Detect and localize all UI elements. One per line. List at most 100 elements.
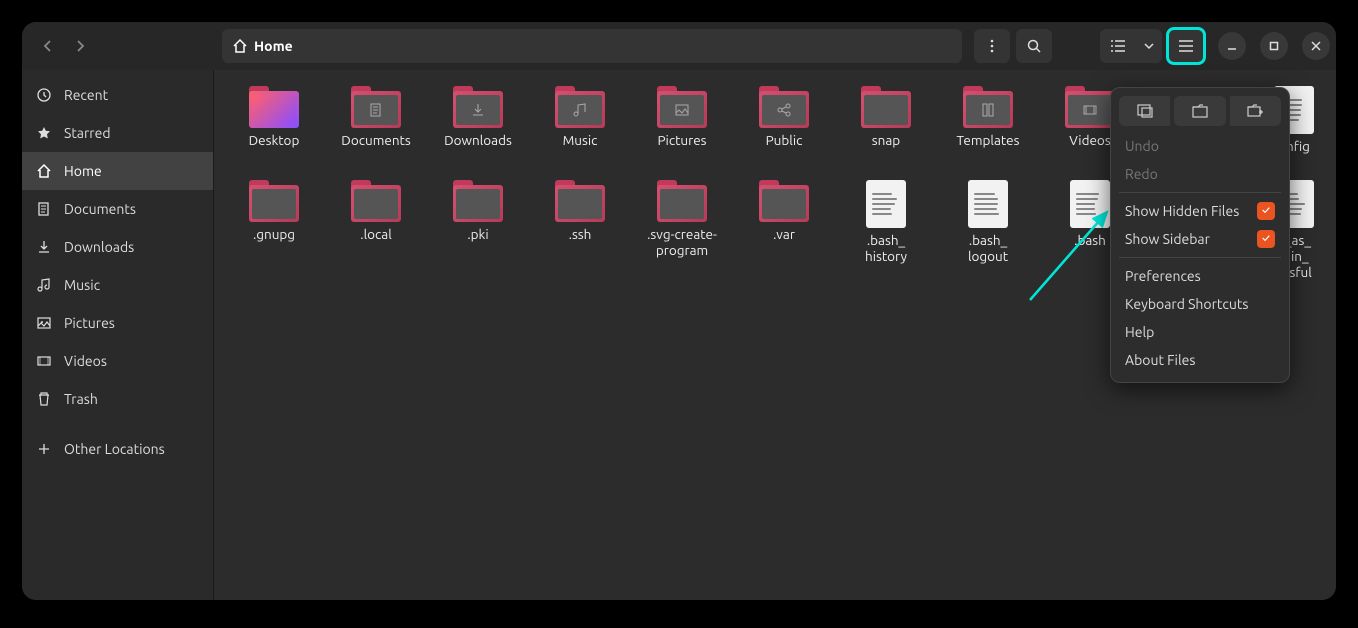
path-bar[interactable]: Home [222,29,962,63]
trash-icon [36,391,52,407]
sidebar-label: Documents [64,201,136,217]
sidebar-item-trash[interactable]: Trash [22,380,213,418]
nav-buttons [32,29,96,63]
sidebar-label: Videos [64,353,107,369]
sidebar-item-other-locations[interactable]: Other Locations [22,430,213,468]
menu-help[interactable]: Help [1119,318,1281,346]
file-item[interactable]: Pictures [632,82,732,174]
sidebar-item-home[interactable]: Home [22,152,213,190]
file-label: .bash_ history [865,232,907,264]
file-item[interactable]: .bash_ history [836,176,936,285]
file-label: snap [872,132,900,164]
file-item[interactable]: Music [530,82,630,174]
file-label: Pictures [657,132,706,164]
sidebar-label: Recent [64,87,108,103]
sidebar-item-pictures[interactable]: Pictures [22,304,213,342]
folder-icon [555,180,605,222]
file-label: Downloads [444,132,512,164]
folder-icon [351,86,401,128]
file-item[interactable]: .gnupg [224,176,324,285]
close-button[interactable] [1302,32,1330,60]
folder-icon [657,180,707,222]
menu-separator [1119,192,1281,193]
maximize-button[interactable] [1260,32,1288,60]
music-icon [36,277,52,293]
menu-about[interactable]: About Files [1119,346,1281,374]
search-button[interactable] [1016,29,1052,63]
file-item[interactable]: .pki [428,176,528,285]
file-item[interactable]: Templates [938,82,1038,174]
file-item[interactable]: snap [836,82,936,174]
home-icon [232,38,248,54]
menu-show-hidden-files[interactable]: Show Hidden Files✓ [1119,197,1281,225]
star-icon [36,125,52,141]
menu-label: About Files [1125,352,1195,368]
file-item[interactable]: Public [734,82,834,174]
sidebar: Recent Starred Home Documents Downloads … [22,70,214,600]
back-button[interactable] [32,29,64,63]
sidebar-item-documents[interactable]: Documents [22,190,213,228]
new-folder-button[interactable] [1230,96,1281,126]
menu-label: Redo [1125,166,1158,182]
file-icon [968,180,1008,228]
file-item[interactable]: .local [326,176,426,285]
file-label: Public [766,132,803,164]
file-label: Documents [341,132,410,164]
downloads-icon [36,239,52,255]
folder-icon [249,86,299,128]
kebab-menu-button[interactable] [974,29,1010,63]
menu-preferences[interactable]: Preferences [1119,262,1281,290]
folder-icon [759,180,809,222]
folder-icon [963,86,1013,128]
home-icon [36,163,52,179]
new-window-button[interactable] [1119,96,1170,126]
file-icon [1070,180,1110,228]
minimize-button[interactable] [1218,32,1246,60]
file-label: .pki [467,226,488,258]
sidebar-label: Starred [64,125,111,141]
folder-icon [453,86,503,128]
menu-window-actions [1119,96,1281,126]
file-label: .bash [1074,232,1106,264]
titlebar-actions [974,29,1330,63]
sidebar-item-videos[interactable]: Videos [22,342,213,380]
forward-button[interactable] [64,29,96,63]
path-label: Home [254,38,293,54]
view-dropdown-button[interactable] [1136,29,1162,63]
file-item[interactable]: Downloads [428,82,528,174]
menu-label: Show Hidden Files [1125,203,1239,219]
file-icon [866,180,906,228]
file-item[interactable]: .svg-create-program [632,176,732,285]
folder-icon [249,180,299,222]
file-item[interactable]: Desktop [224,82,324,174]
menu-separator [1119,257,1281,258]
file-item[interactable]: .bash_ logout [938,176,1038,285]
menu-label: Preferences [1125,268,1201,284]
file-item[interactable]: Documents [326,82,426,174]
menu-keyboard-shortcuts[interactable]: Keyboard Shortcuts [1119,290,1281,318]
menu-redo: Redo [1119,160,1281,188]
menu-show-sidebar[interactable]: Show Sidebar✓ [1119,225,1281,253]
hamburger-menu-button[interactable] [1168,29,1204,63]
menu-label: Help [1125,324,1154,340]
file-label: Desktop [249,132,300,164]
folder-icon [759,86,809,128]
new-tab-button[interactable] [1174,96,1225,126]
list-view-button[interactable] [1100,29,1136,63]
file-item[interactable]: .var [734,176,834,285]
sidebar-item-downloads[interactable]: Downloads [22,228,213,266]
checkbox-checked-icon: ✓ [1257,230,1275,248]
sidebar-item-starred[interactable]: Starred [22,114,213,152]
view-switcher [1100,29,1162,63]
sidebar-item-recent[interactable]: Recent [22,76,213,114]
sidebar-item-music[interactable]: Music [22,266,213,304]
folder-icon [453,180,503,222]
sidebar-label: Music [64,277,100,293]
titlebar: Home [22,22,1336,70]
plus-icon [36,441,52,457]
file-label: .ssh [569,226,592,258]
menu-undo: Undo [1119,132,1281,160]
file-item[interactable]: .ssh [530,176,630,285]
file-label: Templates [957,132,1020,164]
pictures-icon [36,315,52,331]
